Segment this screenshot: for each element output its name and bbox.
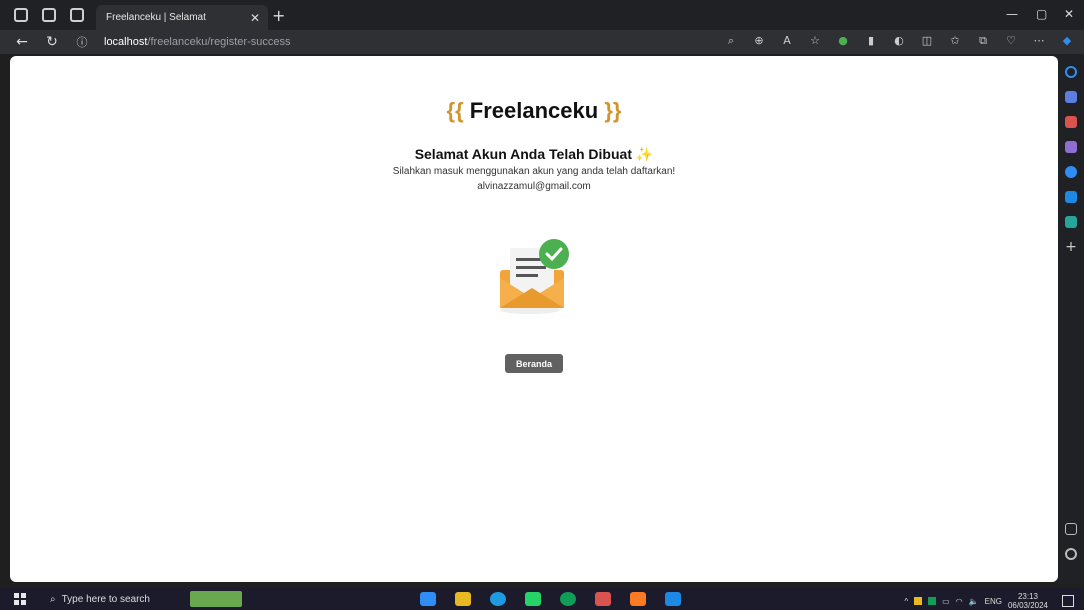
browser-tab-bar: Freelanceku | Selamat ✕ + — ▢ ✕ xyxy=(0,0,1084,30)
circle-app-icon[interactable] xyxy=(1065,166,1077,178)
success-subtitle: Silahkan masuk menggunakan akun yang and… xyxy=(392,166,676,177)
new-tab-icon[interactable]: + xyxy=(272,6,285,25)
find-icon[interactable]: ⌕ xyxy=(724,34,738,48)
url-path: /freelanceku/register-success xyxy=(147,36,291,48)
minimize-icon[interactable]: — xyxy=(1006,7,1018,21)
screen-icon[interactable] xyxy=(1065,523,1077,535)
refresh-extension-icon[interactable]: ◐ xyxy=(892,34,906,48)
tab-title: Freelanceku | Selamat xyxy=(106,12,206,23)
people-icon[interactable] xyxy=(1065,141,1077,153)
wifi-icon[interactable]: ◠ xyxy=(956,597,963,606)
maximize-icon[interactable]: ▢ xyxy=(1036,7,1047,21)
toolbox-icon[interactable] xyxy=(1065,116,1077,128)
copilot-icon[interactable]: ◆ xyxy=(1060,34,1074,48)
taskbar-apps xyxy=(420,592,681,606)
volume-icon[interactable]: 🔈 xyxy=(969,597,979,606)
chrome-icon[interactable] xyxy=(560,592,576,606)
browser-sidebar: + xyxy=(1058,54,1084,584)
split-screen-icon[interactable]: ◫ xyxy=(920,34,934,48)
extension-icon[interactable]: ● xyxy=(836,34,850,48)
app-blue-icon[interactable] xyxy=(665,592,681,606)
windows-start-icon[interactable] xyxy=(14,593,26,605)
page-content: {{ Freelanceku }} Selamat Akun Anda Tela… xyxy=(10,56,1058,582)
notifications-icon[interactable] xyxy=(1062,595,1074,607)
edge-icon[interactable] xyxy=(490,592,506,606)
tray-app-icon[interactable] xyxy=(928,597,937,605)
language-indicator[interactable]: ENG xyxy=(985,597,1002,606)
clock[interactable]: 23:13 06/03/2024 xyxy=(1008,592,1048,610)
tab-actions-icon[interactable] xyxy=(70,8,84,22)
url-field[interactable]: localhost/freelanceku/register-success xyxy=(104,36,290,48)
battery-icon[interactable]: ▭ xyxy=(942,597,950,606)
url-host: localhost xyxy=(104,36,148,48)
browser-toolbar: ⌕ ⊕ A ☆ ● ▮ ◐ ◫ ✩ ⧉ ♡ ⋯ ◆ xyxy=(724,34,1074,48)
registered-email: alvinazzamul@gmail.com xyxy=(477,181,591,192)
brand-brace-close: }} xyxy=(604,98,622,123)
app-red-icon[interactable] xyxy=(595,592,611,606)
search-icon: ⌕ xyxy=(50,593,56,605)
settings-gear-icon[interactable] xyxy=(1065,548,1077,560)
zoom-icon[interactable]: ⊕ xyxy=(752,34,766,48)
windows-taskbar: ⌕ Type here to search ^ ▭ ◠ 🔈 ENG 23:13 … xyxy=(0,588,1084,610)
page-icon[interactable]: ▮ xyxy=(864,34,878,48)
brand-name: Freelanceku xyxy=(469,98,599,123)
send-icon[interactable] xyxy=(1065,216,1077,228)
address-bar: ← ↻ ⓘ localhost/freelanceku/register-suc… xyxy=(0,30,1084,54)
system-tray: ^ ▭ ◠ 🔈 ENG 23:13 06/03/2024 xyxy=(904,592,1074,610)
brand-brace-open: {{ xyxy=(446,98,464,123)
taskbar-search[interactable]: ⌕ Type here to search xyxy=(50,589,200,609)
news-widget-icon[interactable] xyxy=(190,591,242,607)
xampp-icon[interactable] xyxy=(630,592,646,606)
add-sidebar-icon[interactable]: + xyxy=(1065,240,1077,254)
search-icon[interactable] xyxy=(1065,66,1077,78)
envelope-check-icon xyxy=(500,239,569,314)
party-icon: ✨ xyxy=(635,146,654,162)
heading-text: Selamat Akun Anda Telah Dibuat xyxy=(414,146,632,162)
tray-chevron-icon[interactable]: ^ xyxy=(904,597,908,606)
outlook-icon[interactable] xyxy=(1065,191,1077,203)
favorites-icon[interactable]: ✩ xyxy=(948,34,962,48)
refresh-icon[interactable]: ↻ xyxy=(44,34,60,50)
whatsapp-icon[interactable] xyxy=(525,592,541,606)
workspaces-icon[interactable] xyxy=(14,8,28,22)
read-aloud-icon[interactable]: A xyxy=(780,34,794,48)
collections-toolbar-icon[interactable]: ⧉ xyxy=(976,34,990,48)
home-button[interactable]: Beranda xyxy=(505,354,563,373)
favorite-star-icon[interactable]: ☆ xyxy=(808,34,822,48)
file-explorer-icon[interactable] xyxy=(455,592,471,606)
clock-date: 06/03/2024 xyxy=(1007,601,1048,610)
tag-icon[interactable] xyxy=(1065,91,1077,103)
heart-icon[interactable]: ♡ xyxy=(1004,34,1018,48)
back-icon[interactable]: ← xyxy=(14,34,30,50)
collections-icon[interactable] xyxy=(42,8,56,22)
vscode-icon[interactable] xyxy=(420,592,436,606)
close-tab-icon[interactable]: ✕ xyxy=(250,11,260,25)
more-icon[interactable]: ⋯ xyxy=(1032,34,1046,48)
clock-time: 23:13 xyxy=(1017,592,1038,601)
tray-app-icon[interactable] xyxy=(914,597,923,605)
brand-logo: {{ Freelanceku }} xyxy=(10,98,1058,124)
search-placeholder: Type here to search xyxy=(61,593,150,605)
browser-tab[interactable]: Freelanceku | Selamat ✕ xyxy=(96,5,268,30)
success-heading: Selamat Akun Anda Telah Dibuat ✨ xyxy=(10,146,1058,163)
site-info-icon[interactable]: ⓘ xyxy=(74,34,90,50)
close-window-icon[interactable]: ✕ xyxy=(1064,7,1074,21)
